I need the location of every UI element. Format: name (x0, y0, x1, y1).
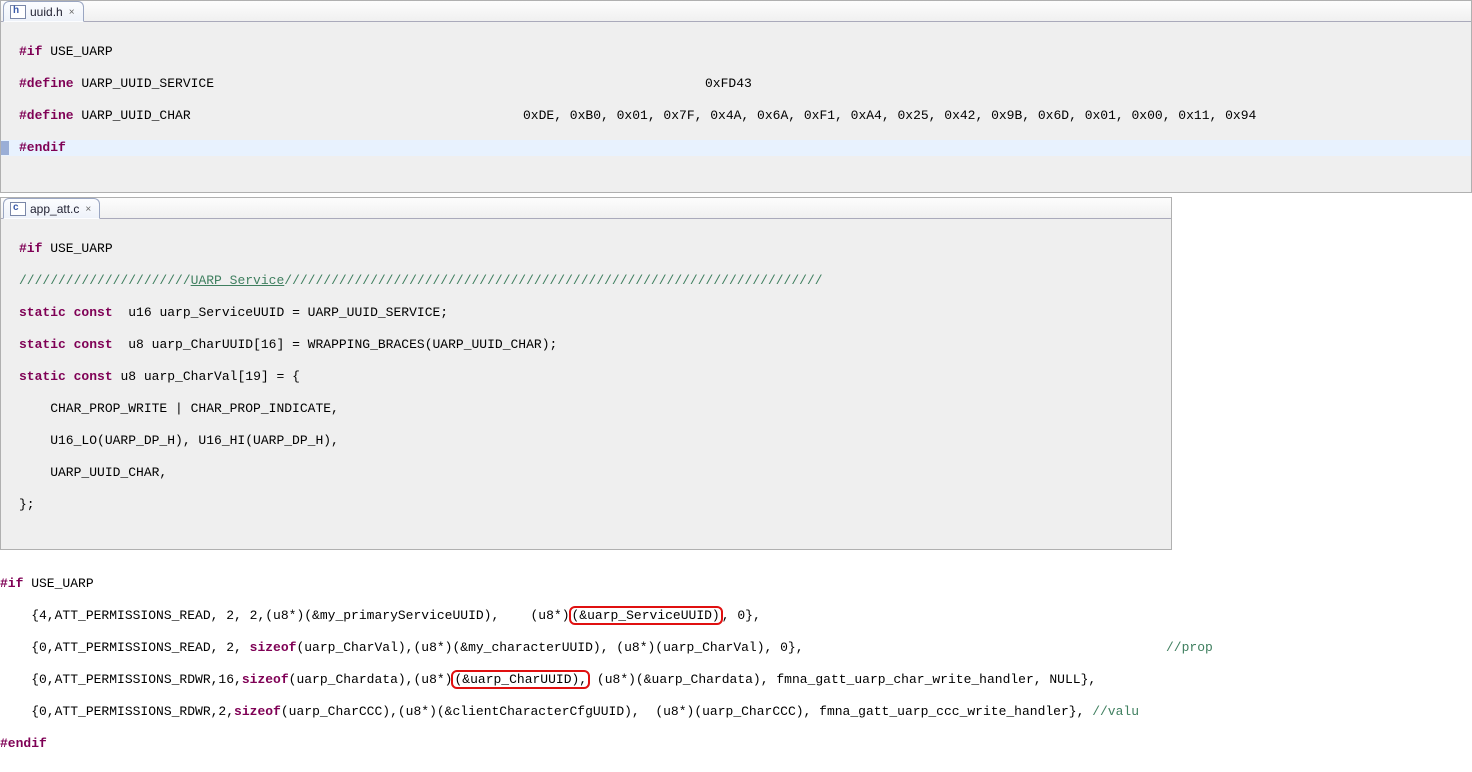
code-text: UARP_UUID_SERVICE (74, 76, 214, 91)
preproc-endif: #endif (19, 140, 66, 155)
highlight-uarp-charuuid: (&uarp_CharUUID), (451, 670, 590, 689)
code-text: {0,ATT_PERMISSIONS_READ, 2, (0, 640, 250, 655)
kw-static: static (19, 369, 66, 384)
code-text: (uarp_Chardata),(u8*) (289, 672, 453, 687)
close-icon[interactable]: × (67, 7, 77, 18)
tab-bar: uuid.h × (1, 1, 1471, 22)
code-text: CHAR_PROP_WRITE | CHAR_PROP_INDICATE, (19, 401, 339, 416)
code-text: u16 uarp_ServiceUUID = UARP_UUID_SERVICE… (113, 305, 448, 320)
kw-const: const (74, 369, 113, 384)
code-text: (uarp_CharCCC),(u8*)(&clientCharacterCfg… (281, 704, 1092, 719)
kw-sizeof: sizeof (250, 640, 297, 655)
preproc-if: #if (19, 44, 42, 59)
kw-static: static (19, 305, 66, 320)
code-text: {0,ATT_PERMISSIONS_RDWR,16, (0, 672, 242, 687)
editor-pane-uuid-h: uuid.h × #if USE_UARP #define UARP_UUID_… (0, 0, 1472, 193)
code-text: u8 uarp_CharVal[19] = { (113, 369, 300, 384)
code-text: 0xFD43 (705, 76, 752, 92)
kw-static: static (19, 337, 66, 352)
code-area-app-att-c-1[interactable]: #if USE_UARP //////////////////////UARP … (1, 219, 1171, 549)
h-file-icon (10, 5, 26, 19)
code-text: U16_LO(UARP_DP_H), U16_HI(UARP_DP_H), (19, 433, 339, 448)
tab-app-att-c[interactable]: app_att.c × (3, 198, 100, 219)
preproc-if: #if (19, 241, 42, 256)
comment: UARP Service (191, 273, 285, 288)
preproc-define: #define (19, 108, 74, 123)
kw-sizeof: sizeof (234, 704, 281, 719)
code-text: USE_UARP (42, 241, 112, 256)
comment: ////////////////////////////////////////… (284, 273, 822, 288)
tab-uuid-h[interactable]: uuid.h × (3, 1, 84, 22)
code-text: USE_UARP (23, 576, 93, 591)
code-text: 0xDE, 0xB0, 0x01, 0x7F, 0x4A, 0x6A, 0xF1… (523, 108, 1256, 124)
code-area-uuid-h[interactable]: #if USE_UARP #define UARP_UUID_SERVICE 0x… (1, 22, 1471, 192)
comment: //prop (1166, 640, 1213, 656)
code-text: }; (19, 497, 35, 512)
kw-const: const (74, 337, 113, 352)
code-text: UARP_UUID_CHAR (74, 108, 191, 123)
preproc-endif: #endif (0, 736, 47, 751)
code-text: (uarp_CharVal),(u8*)(&my_characterUUID),… (296, 640, 803, 655)
tab-label: uuid.h (30, 5, 63, 19)
code-text: u8 uarp_CharUUID[16] = WRAPPING_BRACES(U… (113, 337, 558, 352)
comment: ////////////////////// (19, 273, 191, 288)
code-text: {4,ATT_PERMISSIONS_READ, 2, 2,(u8*)(&my_… (0, 608, 570, 623)
editor-pane-app-att-c: app_att.c × #if USE_UARP ///////////////… (0, 197, 1172, 550)
tab-label: app_att.c (30, 202, 79, 216)
code-text: USE_UARP (42, 44, 112, 59)
close-icon[interactable]: × (83, 204, 93, 215)
preproc-define: #define (19, 76, 74, 91)
kw-sizeof: sizeof (242, 672, 289, 687)
tab-bar: app_att.c × (1, 198, 1171, 219)
preproc-if: #if (0, 576, 23, 591)
highlight-uarp-serviceuuid: (&uarp_ServiceUUID) (569, 606, 723, 625)
code-text: {0,ATT_PERMISSIONS_RDWR,2, (0, 704, 234, 719)
code-area-app-att-c-2[interactable]: #if USE_UARP {4,ATT_PERMISSIONS_READ, 2,… (0, 554, 1472, 772)
kw-const: const (74, 305, 113, 320)
comment: //valu (1092, 704, 1139, 719)
code-text: , 0}, (722, 608, 761, 623)
c-file-icon (10, 202, 26, 216)
code-text: UARP_UUID_CHAR, (19, 465, 167, 480)
code-text: (u8*)(&uarp_Chardata), fmna_gatt_uarp_ch… (589, 672, 1096, 687)
